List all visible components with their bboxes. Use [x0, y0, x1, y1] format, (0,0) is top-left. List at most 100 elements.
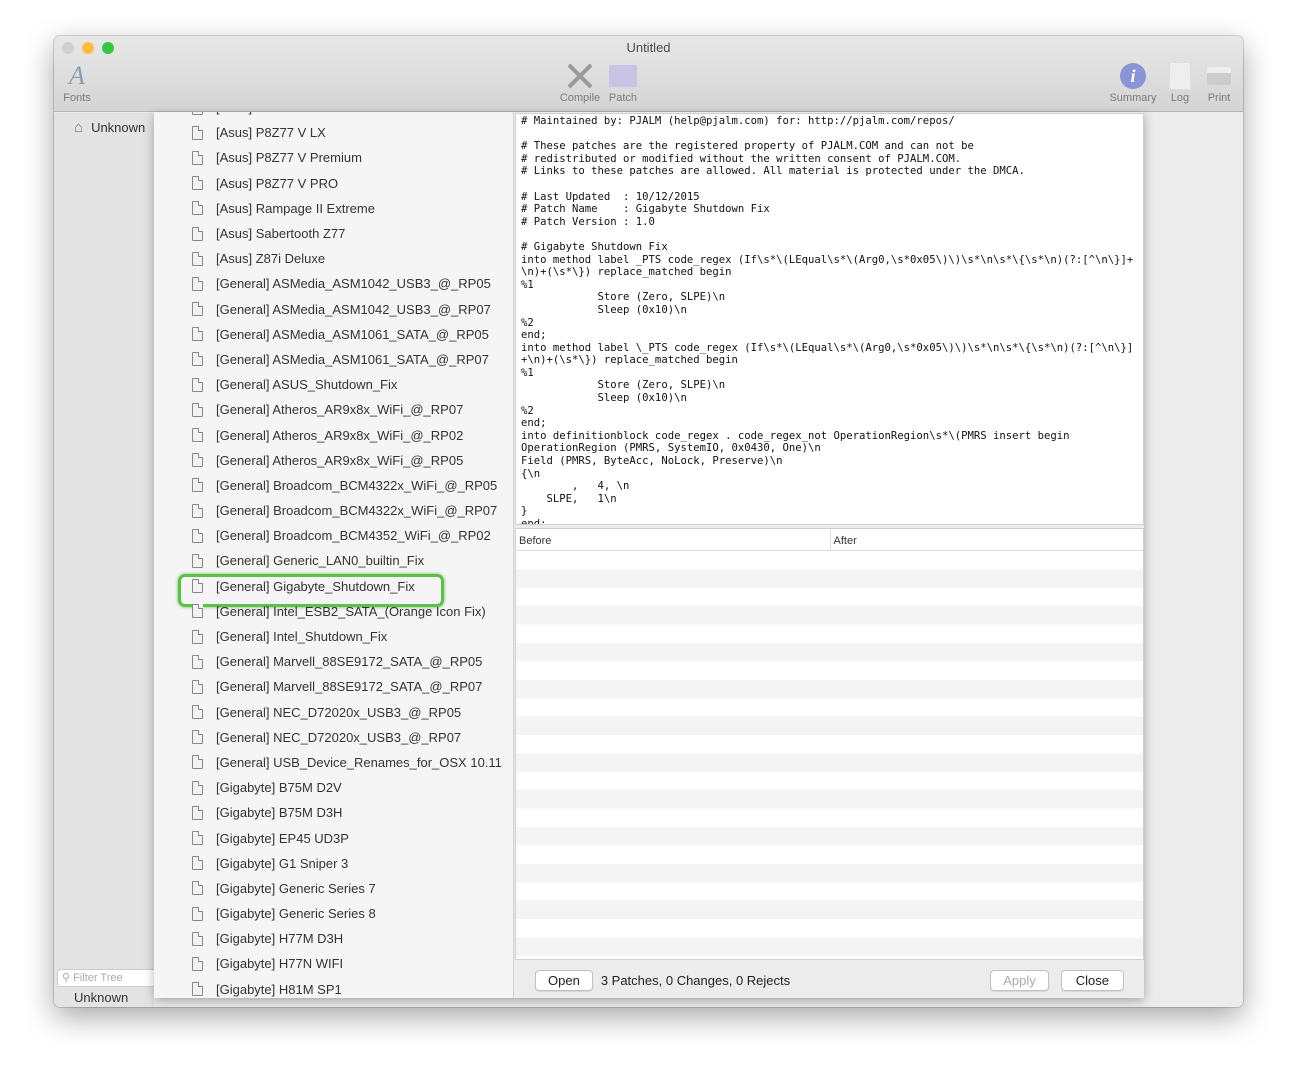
- list-item[interactable]: [Gigabyte] B75M D2V: [154, 775, 513, 800]
- document-icon: [192, 856, 203, 871]
- sheet-footer: Open 3 Patches, 0 Changes, 0 Rejects App…: [515, 962, 1144, 998]
- list-item[interactable]: [General] NEC_D72020x_USB3_@_RP07: [154, 725, 513, 750]
- document-icon: [192, 931, 203, 946]
- document-icon: [192, 629, 203, 644]
- search-icon: ⚲: [62, 972, 71, 984]
- sidebar: ⌂ Unknown ⚲ Filter Tree Unknown: [54, 113, 177, 1007]
- document-icon: [192, 780, 203, 795]
- document-icon: [192, 453, 203, 468]
- list-item[interactable]: [Gigabyte] Generic Series 7: [154, 876, 513, 901]
- list-item[interactable]: [General] ASMedia_ASM1061_SATA_@_RP05: [154, 322, 513, 347]
- toolbar: Untitled A Fonts Compile Patch i Summary…: [54, 36, 1243, 112]
- summary-button[interactable]: i Summary: [1108, 60, 1158, 104]
- document-icon: [192, 604, 203, 619]
- list-item[interactable]: [General] Atheros_AR9x8x_WiFi_@_RP05: [154, 448, 513, 473]
- list-item[interactable]: [General] Marvell_88SE9172_SATA_@_RP05: [154, 649, 513, 674]
- list-item[interactable]: [General] USB_Device_Renames_for_OSX 10.…: [154, 750, 513, 775]
- document-icon: [192, 956, 203, 971]
- list-item[interactable]: [General] Broadcom_BCM4322x_WiFi_@_RP07: [154, 498, 513, 523]
- document-icon: [192, 831, 203, 846]
- list-item[interactable]: [Asus] P8Z77 V PRO: [154, 171, 513, 196]
- patch-sheet: [Asus] ...[Asus] P8Z77 V LX[Asus] P8Z77 …: [154, 112, 1144, 998]
- document-icon: [192, 881, 203, 896]
- document-icon: [192, 528, 203, 543]
- document-icon: [192, 112, 203, 115]
- list-item[interactable]: [Asus] Rampage II Extreme: [154, 196, 513, 221]
- app-window: Untitled A Fonts Compile Patch i Summary…: [54, 36, 1243, 1007]
- print-button[interactable]: Print: [1194, 60, 1243, 104]
- folder-icon: [598, 60, 648, 92]
- list-item[interactable]: [Asus] P8Z77 V Premium: [154, 145, 513, 170]
- document-icon: [192, 377, 203, 392]
- document-icon: [192, 579, 203, 594]
- list-item[interactable]: [General] Generic_LAN0_builtin_Fix: [154, 548, 513, 573]
- list-item[interactable]: [Gigabyte] B75M D3H: [154, 800, 513, 825]
- document-icon: [192, 276, 203, 291]
- fonts-button[interactable]: A Fonts: [54, 60, 102, 104]
- document-icon: [192, 226, 203, 241]
- apply-button[interactable]: Apply: [990, 969, 1049, 991]
- list-item[interactable]: [Gigabyte] Generic Series 8: [154, 901, 513, 926]
- list-item[interactable]: [General] Broadcom_BCM4322x_WiFi_@_RP05: [154, 473, 513, 498]
- open-button[interactable]: Open: [535, 969, 593, 991]
- fonts-icon: A: [69, 61, 85, 90]
- list-item[interactable]: [General] Marvell_88SE9172_SATA_@_RP07: [154, 674, 513, 699]
- document-icon: [192, 125, 203, 140]
- document-icon: [192, 705, 203, 720]
- document-icon: [192, 251, 203, 266]
- document-icon: [192, 402, 203, 417]
- window-title: Untitled: [626, 40, 671, 55]
- document-icon: [192, 730, 203, 745]
- list-item[interactable]: [General] NEC_D72020x_USB3_@_RP05: [154, 700, 513, 725]
- list-item[interactable]: [Gigabyte] H77M D3H: [154, 926, 513, 951]
- list-item[interactable]: [General] ASUS_Shutdown_Fix: [154, 372, 513, 397]
- document-icon: [192, 654, 203, 669]
- patch-code-view[interactable]: # Maintained by: PJALM (help@pjalm.com) …: [515, 113, 1144, 525]
- document-icon: [192, 428, 203, 443]
- document-icon: [192, 755, 203, 770]
- changes-table[interactable]: Before After: [515, 528, 1144, 960]
- printer-icon: [1194, 60, 1243, 92]
- list-item[interactable]: [Gigabyte] G1 Sniper 3: [154, 851, 513, 876]
- sidebar-item-unknown[interactable]: ⌂ Unknown: [74, 119, 145, 136]
- list-item-selected[interactable]: [General] Gigabyte_Shutdown_Fix: [154, 573, 513, 607]
- list-item[interactable]: [Gigabyte] H81M SP1: [154, 977, 513, 998]
- document-icon: [192, 679, 203, 694]
- list-item[interactable]: [General] Intel_Shutdown_Fix: [154, 624, 513, 649]
- patch-button[interactable]: Patch: [598, 60, 648, 104]
- info-icon: i: [1108, 60, 1158, 92]
- document-icon: [192, 302, 203, 317]
- document-icon: [192, 553, 203, 568]
- list-item[interactable]: [General] Atheros_AR9x8x_WiFi_@_RP07: [154, 397, 513, 422]
- table-body: [516, 551, 1143, 959]
- list-item[interactable]: [General] Intel_ESB2_SATA_(Orange Icon F…: [154, 599, 513, 624]
- document-icon: [192, 982, 203, 997]
- patch-status: 3 Patches, 0 Changes, 0 Rejects: [600, 972, 791, 988]
- list-item[interactable]: [General] ASMedia_ASM1042_USB3_@_RP05: [154, 271, 513, 296]
- patch-list[interactable]: [Asus] ...[Asus] P8Z77 V LX[Asus] P8Z77 …: [154, 112, 514, 998]
- list-item[interactable]: [Asus] Z87i Deluxe: [154, 246, 513, 271]
- column-after[interactable]: After: [829, 529, 1144, 550]
- list-item[interactable]: [General] Broadcom_BCM4352_WiFi_@_RP02: [154, 523, 513, 548]
- document-icon: [192, 805, 203, 820]
- column-before[interactable]: Before: [516, 529, 830, 550]
- list-item[interactable]: [General] ASMedia_ASM1061_SATA_@_RP07: [154, 347, 513, 372]
- document-icon: [192, 201, 203, 216]
- list-item[interactable]: [Gigabyte] H77N WIFI: [154, 951, 513, 976]
- document-icon: [192, 176, 203, 191]
- document-icon: [192, 352, 203, 367]
- document-icon: [192, 327, 203, 342]
- list-item[interactable]: [Asus] ...: [154, 112, 513, 120]
- status-label: Unknown: [74, 990, 129, 1005]
- close-button[interactable]: Close: [1060, 969, 1124, 991]
- document-icon: [192, 478, 203, 493]
- document-icon: [192, 150, 203, 165]
- home-icon: ⌂: [74, 119, 84, 136]
- document-icon: [192, 503, 203, 518]
- list-item[interactable]: [General] ASMedia_ASM1042_USB3_@_RP07: [154, 297, 513, 322]
- list-item[interactable]: [Asus] P8Z77 V LX: [154, 120, 513, 145]
- list-item[interactable]: [General] Atheros_AR9x8x_WiFi_@_RP02: [154, 422, 513, 447]
- list-item[interactable]: [Asus] Sabertooth Z77: [154, 221, 513, 246]
- list-item[interactable]: [Gigabyte] EP45 UD3P: [154, 825, 513, 850]
- document-icon: [192, 906, 203, 921]
